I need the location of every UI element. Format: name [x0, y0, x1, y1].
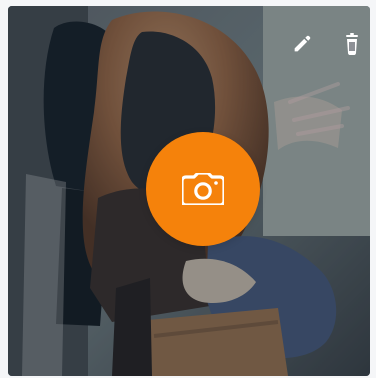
- upload-photo-button[interactable]: [146, 132, 260, 246]
- trash-icon: [346, 33, 358, 55]
- photo-upload-frame: [0, 0, 376, 378]
- edit-photo-button[interactable]: [288, 30, 316, 58]
- camera-icon: [182, 173, 224, 205]
- delete-photo-button[interactable]: [338, 30, 366, 58]
- pencil-icon: [294, 35, 311, 52]
- photo-card[interactable]: [8, 6, 370, 376]
